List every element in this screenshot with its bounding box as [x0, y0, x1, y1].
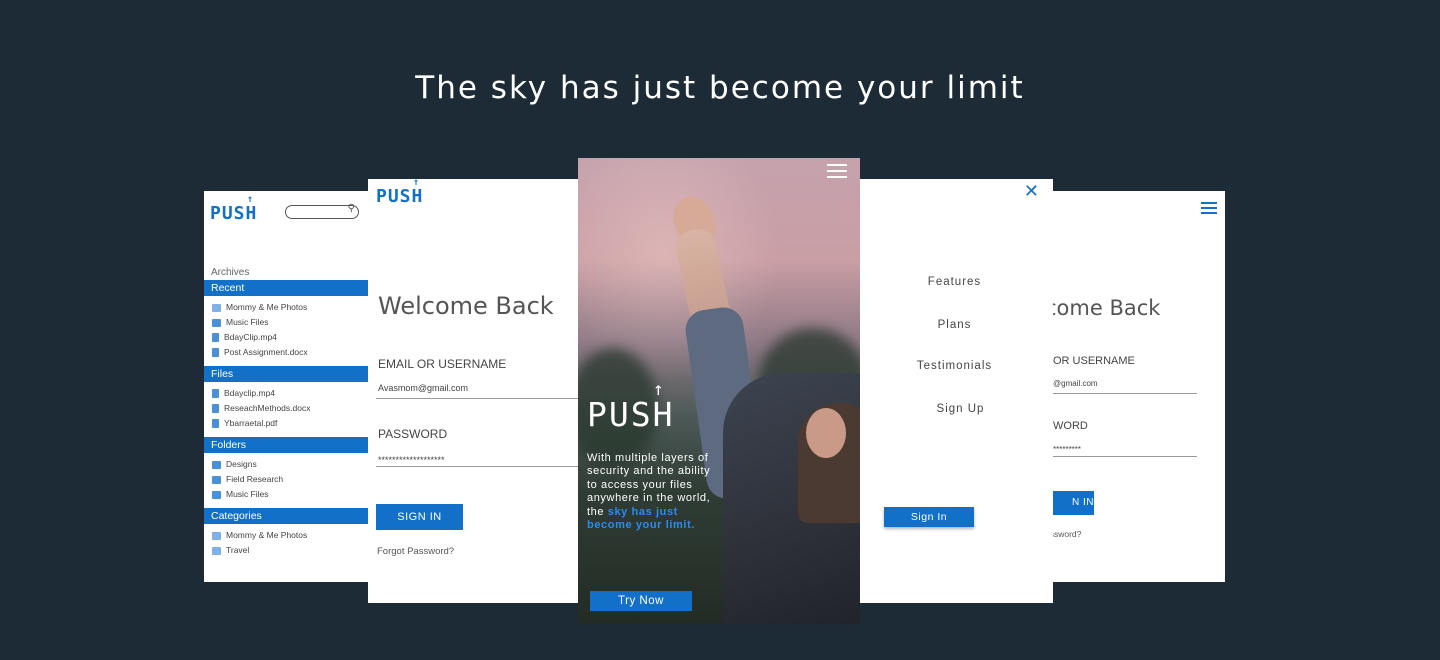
list-item-label: Designs [226, 459, 257, 469]
list-item[interactable]: Field Research [212, 472, 368, 487]
list-item-label: Music Files [226, 489, 269, 499]
list-item-label: ReseachMethods.docx [224, 403, 311, 413]
folder-icon [212, 475, 221, 484]
image-icon [212, 303, 221, 312]
list-item[interactable]: Ybarraetal.pdf [212, 416, 368, 431]
list-item-label: Bdayclip.mp4 [224, 388, 276, 398]
menu-item-sign-up[interactable]: Sign Up [862, 403, 1053, 415]
list-item-label: Field Research [226, 474, 284, 484]
section-header-folders[interactable]: Folders [204, 437, 368, 453]
menu-screen: ↑ ✕ Features Plans Testimonials Sign Up … [856, 179, 1053, 603]
folder-icon [212, 490, 221, 499]
password-underline [1038, 456, 1197, 457]
file-icon [212, 404, 219, 413]
list-item[interactable]: Designs [212, 457, 368, 472]
email-underline [376, 398, 586, 399]
section-header-categories[interactable]: Categories [204, 508, 368, 524]
face [806, 408, 846, 458]
arrow-up-icon: ↑ [413, 179, 421, 188]
archives-label: Archives [211, 267, 250, 278]
list-item-label: BdayClip.mp4 [224, 332, 277, 342]
list-item-label: Mommy & Me Photos [226, 530, 308, 540]
section-header-recent[interactable]: Recent [204, 280, 368, 296]
push-logo[interactable]: PUSH ↑ [376, 179, 423, 207]
menu-item-features[interactable]: Features [856, 276, 1053, 288]
list-item[interactable]: Post Assignment.docx [212, 345, 368, 360]
push-logo: PUSH ↑ [587, 379, 675, 434]
password-field[interactable]: ******************* [378, 455, 445, 465]
list-item[interactable]: Music Files [212, 315, 368, 330]
password-underline [376, 466, 586, 467]
password-field[interactable]: ********* [1053, 445, 1081, 454]
email-field[interactable]: Avasmom@gmail.com [378, 383, 468, 393]
sign-in-button[interactable]: SIGN IN [376, 504, 463, 530]
arrow-up-icon: ↑ [247, 194, 255, 205]
hamburger-menu-icon[interactable] [1201, 202, 1217, 214]
file-icon [212, 389, 219, 398]
section-items: Mommy & Me Photos Music Files BdayClip.mp4… [204, 296, 368, 366]
section-header-files[interactable]: Files [204, 366, 368, 382]
login-screen: PUSH ↑ Welcome Back EMAIL OR USERNAME Ava… [368, 179, 590, 603]
page-title: Welcome Back [378, 292, 554, 320]
login-screen-partial: ↑ come Back OR USERNAME @gmail.com WORD … [1038, 191, 1225, 582]
menu-item-plans[interactable]: Plans [856, 319, 1053, 331]
page-title: come Back [1045, 296, 1161, 320]
hamburger-menu-icon[interactable] [827, 164, 847, 179]
email-field[interactable]: @gmail.com [1053, 379, 1098, 388]
forgot-password-link[interactable]: Forgot Password? [377, 546, 454, 557]
hero-screen: PUSH ↑ With multiple layers of security a… [578, 158, 860, 624]
try-now-button[interactable]: Try Now [590, 591, 692, 611]
files-screen: PUSH ↑ ⚲ Archives Recent Mommy & Me Photos… [204, 191, 379, 582]
image-icon [212, 531, 221, 540]
list-item-label: Ybarraetal.pdf [224, 418, 278, 428]
close-icon[interactable]: ✕ [1024, 181, 1039, 202]
folder-icon [212, 460, 221, 469]
menu-item-testimonials[interactable]: Testimonials [856, 360, 1053, 372]
list-item[interactable]: BdayClip.mp4 [212, 330, 368, 345]
sign-in-button[interactable]: Sign In [884, 507, 974, 527]
search-input[interactable]: ⚲ [285, 203, 359, 219]
list-item[interactable]: ReseachMethods.docx [212, 401, 368, 416]
file-icon [212, 419, 219, 428]
file-sidebar: Archives Recent Mommy & Me Photos Music Fi… [204, 267, 368, 564]
list-item-label: Travel [226, 545, 250, 555]
file-icon [212, 333, 219, 342]
section-items: Mommy & Me Photos Travel [204, 524, 368, 564]
search-icon: ⚲ [347, 203, 355, 214]
list-item[interactable]: Bdayclip.mp4 [212, 386, 368, 401]
password-label: WORD [1053, 420, 1088, 432]
email-underline [1038, 393, 1197, 394]
list-item-label: Mommy & Me Photos [226, 302, 308, 312]
list-item[interactable]: Music Files [212, 487, 368, 502]
list-item[interactable]: Mommy & Me Photos [212, 300, 368, 315]
image-icon [212, 546, 221, 555]
list-item-label: Music Files [226, 317, 269, 327]
page-headline: The sky has just become your limit [415, 70, 1025, 106]
folder-icon [212, 318, 221, 327]
arrow-up-icon: ↑ [653, 379, 666, 400]
file-icon [212, 348, 219, 357]
email-label: OR USERNAME [1053, 355, 1135, 367]
hero-tagline: With multiple layers of security and the… [587, 452, 711, 532]
push-logo[interactable]: PUSH ↑ [210, 194, 257, 224]
section-items: Designs Field Research Music Files [204, 453, 368, 508]
email-label: EMAIL OR USERNAME [378, 357, 507, 371]
list-item-label: Post Assignment.docx [224, 347, 308, 357]
password-label: PASSWORD [378, 427, 448, 441]
list-item[interactable]: Travel [212, 543, 368, 558]
list-item[interactable]: Mommy & Me Photos [212, 528, 368, 543]
section-items: Bdayclip.mp4 ReseachMethods.docx Ybarraeta… [204, 382, 368, 437]
